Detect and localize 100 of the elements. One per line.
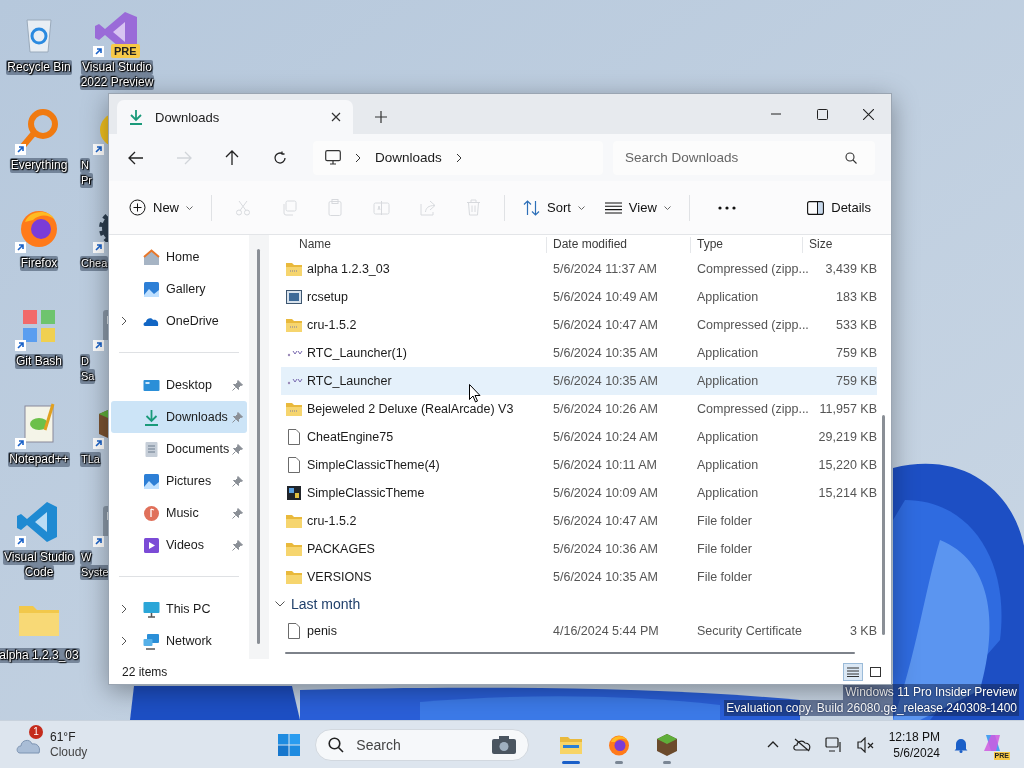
sidebar-item[interactable]: This PC <box>111 593 247 625</box>
volume-muted-icon[interactable] <box>856 736 875 753</box>
file-row[interactable]: penis 4/16/2024 5:44 PM Security Certificate 3 KB <box>281 617 877 645</box>
file-row[interactable]: RTC_Launcher 5/6/2024 10:35 AM Application 759 KB <box>281 367 877 395</box>
network-icon <box>143 632 160 650</box>
film-icon <box>143 536 160 554</box>
desktop-icon-label[interactable]: Visual Studio <box>81 60 153 75</box>
file-row[interactable]: Bejeweled 2 Deluxe (RealArcade) V3 5/6/2024 10:26 AM Compressed (zipp... 11,957 KB <box>281 395 877 423</box>
sidebar-item[interactable]: Home <box>111 241 247 273</box>
folder-icon <box>285 513 303 529</box>
column-header[interactable]: Size <box>803 237 877 253</box>
watermark-text: Windows 11 Pro Insider Preview <box>843 684 1019 700</box>
view-button[interactable]: View <box>594 191 681 224</box>
desktop-icon-label[interactable]: Code <box>23 565 55 580</box>
sidebar-item[interactable]: Pictures <box>111 465 247 497</box>
new-tab-icon[interactable] <box>375 111 387 123</box>
chevron-right-icon[interactable] <box>455 152 462 163</box>
square-icon <box>869 666 881 677</box>
sidebar-item[interactable]: Videos <box>111 529 247 561</box>
chevron-up-icon[interactable] <box>766 741 779 748</box>
breadcrumb-item[interactable]: Downloads <box>375 150 442 165</box>
details-button[interactable]: Details <box>797 191 881 224</box>
sidebar-item[interactable]: Gallery <box>111 273 247 305</box>
sidebar-item[interactable]: Music <box>111 497 247 529</box>
sidebar-item[interactable]: Documents <box>111 433 247 465</box>
sidebar-item[interactable]: Network <box>111 625 247 657</box>
file-row[interactable]: SimpleClassicTheme 5/6/2024 10:09 AM Application 15,214 KB <box>281 479 877 507</box>
desktop-icon-label[interactable]: alpha 1.2.3_03 <box>0 648 80 663</box>
sort-button[interactable]: Sort <box>513 191 595 224</box>
pin-icon[interactable] <box>232 507 243 519</box>
zip-folder-icon <box>285 317 303 333</box>
desktop-icon-label[interactable]: TLa <box>80 452 101 467</box>
file-row[interactable]: rcsetup 5/6/2024 10:49 AM Application 183 KB <box>281 283 877 311</box>
file-row[interactable]: cru-1.5.2 5/6/2024 10:47 AM File folder <box>281 507 877 535</box>
temperature: 61°F <box>50 729 77 745</box>
details-view-button[interactable] <box>843 662 863 681</box>
group-header[interactable]: Last month <box>269 591 877 617</box>
desktop-icon-label[interactable]: Notepad++ <box>8 452 70 467</box>
chevron-right-icon[interactable] <box>121 636 127 646</box>
chevron-right-icon[interactable] <box>355 152 361 163</box>
caret-icon <box>663 205 671 210</box>
download-icon <box>129 109 143 125</box>
address-bar[interactable]: Downloads <box>313 140 603 175</box>
close-tab-icon[interactable] <box>331 112 341 122</box>
scrollbar-thumb[interactable] <box>285 652 855 654</box>
sidebar-item[interactable]: OneDrive <box>111 305 247 337</box>
music-note-icon <box>143 504 160 522</box>
pin-icon[interactable] <box>232 379 243 391</box>
left-arrow-icon <box>128 150 144 165</box>
sidebar-item[interactable]: Downloads <box>111 401 247 433</box>
network-icon[interactable] <box>824 736 843 753</box>
file-row[interactable]: CheatEngine75 5/6/2024 10:24 AM Application 29,219 KB <box>281 423 877 451</box>
desktop-icon-label[interactable]: Recycle Bin <box>6 60 72 75</box>
clock-date: 5/6/2024 <box>893 744 940 761</box>
bell-icon[interactable] <box>954 736 968 753</box>
file-row[interactable]: RTC_Launcher(1) 5/6/2024 10:35 AM Application 759 KB <box>281 339 877 367</box>
file-row[interactable]: PACKAGES 5/6/2024 10:36 AM File folder <box>281 535 877 563</box>
file-row[interactable]: alpha 1.2.3_03 5/6/2024 11:37 AM Compressed (zipp... 3,439 KB <box>281 255 877 283</box>
sidebar-item[interactable]: Desktop <box>111 369 247 401</box>
picture-frame-icon <box>143 280 160 298</box>
folder-icon <box>559 734 584 755</box>
pin-icon[interactable] <box>232 411 243 423</box>
taskbar-search-field[interactable]: Search <box>315 728 530 761</box>
desktop-icon-label[interactable]: Git Bash <box>15 354 63 369</box>
windows-logo-icon <box>278 733 301 756</box>
pin-icon[interactable] <box>232 475 243 487</box>
desktop-icon-label[interactable]: 2022 Preview <box>79 75 155 90</box>
column-header[interactable]: Type <box>691 237 803 253</box>
desktop-icon-label[interactable]: Pr <box>80 173 93 188</box>
watermark-text: Evaluation copy. Build 26080.ge_release.240308-1400 <box>724 700 1019 716</box>
file-row[interactable]: VERSIONS 5/6/2024 10:35 AM File folder <box>281 563 877 591</box>
weather-widget[interactable]: 1 61°F Cloudy <box>16 723 88 766</box>
pin-icon[interactable] <box>232 443 243 455</box>
pin-icon[interactable] <box>232 539 243 551</box>
cloud-off-icon[interactable] <box>792 737 811 752</box>
clock[interactable]: 12:18 PM 5/6/2024 <box>888 728 940 761</box>
folder-icon <box>285 569 303 585</box>
chevron-right-icon[interactable] <box>121 316 127 326</box>
desktop-icon-label[interactable]: Sa <box>80 369 96 384</box>
column-header[interactable]: Date modified <box>547 237 691 253</box>
document-icon <box>143 440 160 458</box>
search-field[interactable]: Search Downloads <box>613 140 875 175</box>
desktop-icon-label[interactable]: N <box>80 158 90 173</box>
file-row[interactable]: cru-1.5.2 5/6/2024 10:47 AM Compressed (zipp... 533 KB <box>281 311 877 339</box>
folder-icon <box>285 541 303 557</box>
scrollbar-thumb[interactable] <box>257 249 260 644</box>
desktop-icon-label[interactable]: D <box>80 354 90 369</box>
file-row[interactable]: SimpleClassicTheme(4) 5/6/2024 10:11 AM Application 15,220 KB <box>281 451 877 479</box>
new-button[interactable]: New <box>119 191 203 224</box>
column-header[interactable]: Name <box>269 237 547 253</box>
desktop-icon-label[interactable]: Firefox <box>19 256 59 271</box>
scrollbar-thumb[interactable] <box>882 415 885 635</box>
desktop-icon-label[interactable]: Visual Studio <box>3 550 75 565</box>
camera-icon <box>491 734 518 755</box>
chevron-right-icon[interactable] <box>121 604 127 614</box>
tab[interactable]: Downloads <box>117 100 353 134</box>
blank-file-icon <box>285 429 303 445</box>
search-icon <box>845 151 857 164</box>
desktop-icon-label[interactable]: Everything <box>9 158 69 173</box>
search-icon <box>328 736 345 753</box>
